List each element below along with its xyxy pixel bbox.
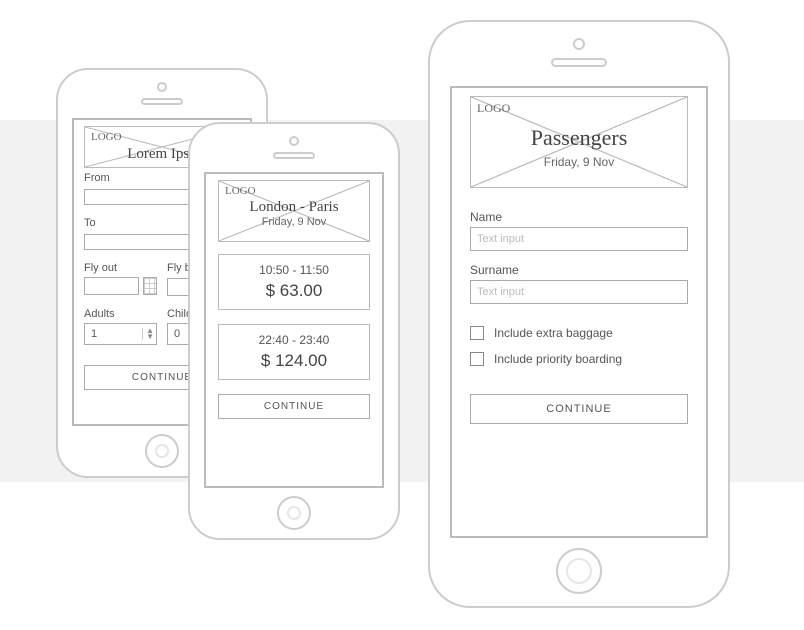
logo-text: LOGO bbox=[477, 101, 510, 116]
baggage-checkbox-row[interactable]: Include extra baggage bbox=[470, 326, 688, 340]
screen-passengers: LOGO Passengers Friday, 9 Nov Name Surna… bbox=[450, 86, 708, 538]
calendar-icon[interactable] bbox=[143, 277, 157, 295]
phone-camera-icon bbox=[157, 82, 167, 92]
route-title: London - Paris bbox=[219, 199, 369, 216]
header-image-placeholder: LOGO Passengers Friday, 9 Nov bbox=[470, 96, 688, 188]
header-image-placeholder: LOGO London - Paris Friday, 9 Nov bbox=[218, 180, 370, 242]
screen-flights: LOGO London - Paris Friday, 9 Nov 10:50 … bbox=[204, 172, 384, 488]
priority-label: Include priority boarding bbox=[494, 352, 622, 366]
phone-camera-icon bbox=[289, 136, 299, 146]
wireframe-stage: LOGO Lorem Ipsu From To Fly out bbox=[0, 0, 804, 630]
phone-speaker-icon bbox=[141, 98, 183, 105]
route-date: Friday, 9 Nov bbox=[219, 216, 369, 228]
baggage-label: Include extra baggage bbox=[494, 326, 613, 340]
continue-button[interactable]: CONTINUE bbox=[470, 394, 688, 424]
logo-text: LOGO bbox=[225, 185, 256, 197]
checkbox-icon bbox=[470, 352, 484, 366]
flight-card[interactable]: 10:50 - 11:50 $ 63.00 bbox=[218, 254, 370, 310]
surname-input[interactable] bbox=[470, 280, 688, 304]
page-date: Friday, 9 Nov bbox=[471, 155, 687, 169]
adults-value: 1 bbox=[91, 328, 97, 340]
page-title: Passengers bbox=[471, 125, 687, 151]
phone-frame-passengers: LOGO Passengers Friday, 9 Nov Name Surna… bbox=[428, 20, 730, 608]
flyout-input[interactable] bbox=[84, 277, 139, 295]
stepper-arrows-icon: ▲▼ bbox=[142, 328, 154, 340]
flyout-label: Fly out bbox=[84, 262, 157, 274]
adults-stepper[interactable]: 1 ▲▼ bbox=[84, 323, 157, 345]
children-value: 0 bbox=[174, 328, 180, 340]
adults-label: Adults bbox=[84, 308, 157, 320]
phone-speaker-icon bbox=[273, 152, 315, 159]
flight-card[interactable]: 22:40 - 23:40 $ 124.00 bbox=[218, 324, 370, 380]
flight-time: 22:40 - 23:40 bbox=[229, 333, 359, 347]
home-button-icon[interactable] bbox=[556, 548, 602, 594]
flight-time: 10:50 - 11:50 bbox=[229, 263, 359, 277]
phone-speaker-icon bbox=[551, 58, 607, 67]
home-button-icon[interactable] bbox=[277, 496, 311, 530]
flight-price: $ 124.00 bbox=[229, 351, 359, 371]
home-button-icon[interactable] bbox=[145, 434, 179, 468]
surname-label: Surname bbox=[470, 263, 688, 277]
priority-checkbox-row[interactable]: Include priority boarding bbox=[470, 352, 688, 366]
phone-frame-flights: LOGO London - Paris Friday, 9 Nov 10:50 … bbox=[188, 122, 400, 540]
continue-button[interactable]: CONTINUE bbox=[218, 394, 370, 419]
phone-camera-icon bbox=[573, 38, 585, 50]
flight-price: $ 63.00 bbox=[229, 281, 359, 301]
logo-text: LOGO bbox=[91, 131, 122, 143]
name-label: Name bbox=[470, 210, 688, 224]
name-input[interactable] bbox=[470, 227, 688, 251]
checkbox-icon bbox=[470, 326, 484, 340]
